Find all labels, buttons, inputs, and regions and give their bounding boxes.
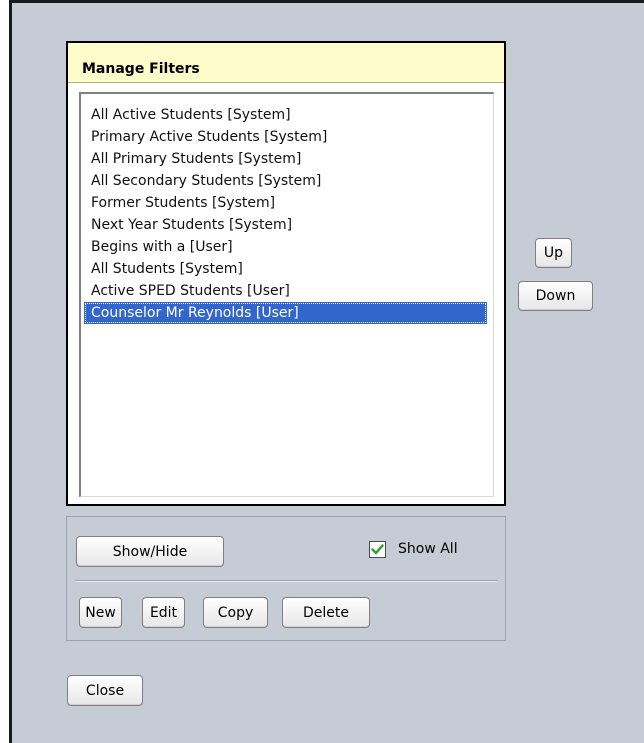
manage-filters-panel: Manage Filters All Active Students [Syst… bbox=[66, 41, 506, 506]
divider bbox=[75, 580, 497, 582]
filter-list-item[interactable]: Former Students [System] bbox=[84, 192, 487, 214]
new-filter-button[interactable]: New bbox=[79, 597, 122, 628]
delete-filter-button[interactable]: Delete bbox=[282, 597, 370, 628]
filter-list-item[interactable]: Primary Active Students [System] bbox=[84, 126, 487, 148]
filter-list-item[interactable]: Next Year Students [System] bbox=[84, 214, 487, 236]
checkmark-icon bbox=[371, 544, 384, 555]
filter-list-item[interactable]: All Students [System] bbox=[84, 258, 487, 280]
move-down-button[interactable]: Down bbox=[518, 281, 593, 311]
copy-filter-button[interactable]: Copy bbox=[203, 597, 268, 628]
move-up-button[interactable]: Up bbox=[535, 238, 572, 268]
show-all-label: Show All bbox=[398, 541, 458, 557]
edit-filter-button[interactable]: Edit bbox=[142, 597, 185, 628]
filter-list-item[interactable]: All Active Students [System] bbox=[84, 104, 487, 126]
filter-list-item[interactable]: Counselor Mr Reynolds [User] bbox=[84, 302, 487, 324]
filter-list-item[interactable]: Active SPED Students [User] bbox=[84, 280, 487, 302]
actions-panel: Show/Hide Show All New Edit Copy Delete bbox=[66, 516, 506, 641]
close-button[interactable]: Close bbox=[67, 675, 143, 706]
filters-listbox[interactable]: All Active Students [System] Primary Acti… bbox=[79, 92, 494, 497]
show-hide-button[interactable]: Show/Hide bbox=[76, 536, 224, 567]
filter-list-item[interactable]: Begins with a [User] bbox=[84, 236, 487, 258]
filter-list-item[interactable]: All Primary Students [System] bbox=[84, 148, 487, 170]
show-all-checkbox[interactable] bbox=[369, 541, 386, 558]
filter-list-item[interactable]: All Secondary Students [System] bbox=[84, 170, 487, 192]
panel-title: Manage Filters bbox=[68, 43, 504, 83]
